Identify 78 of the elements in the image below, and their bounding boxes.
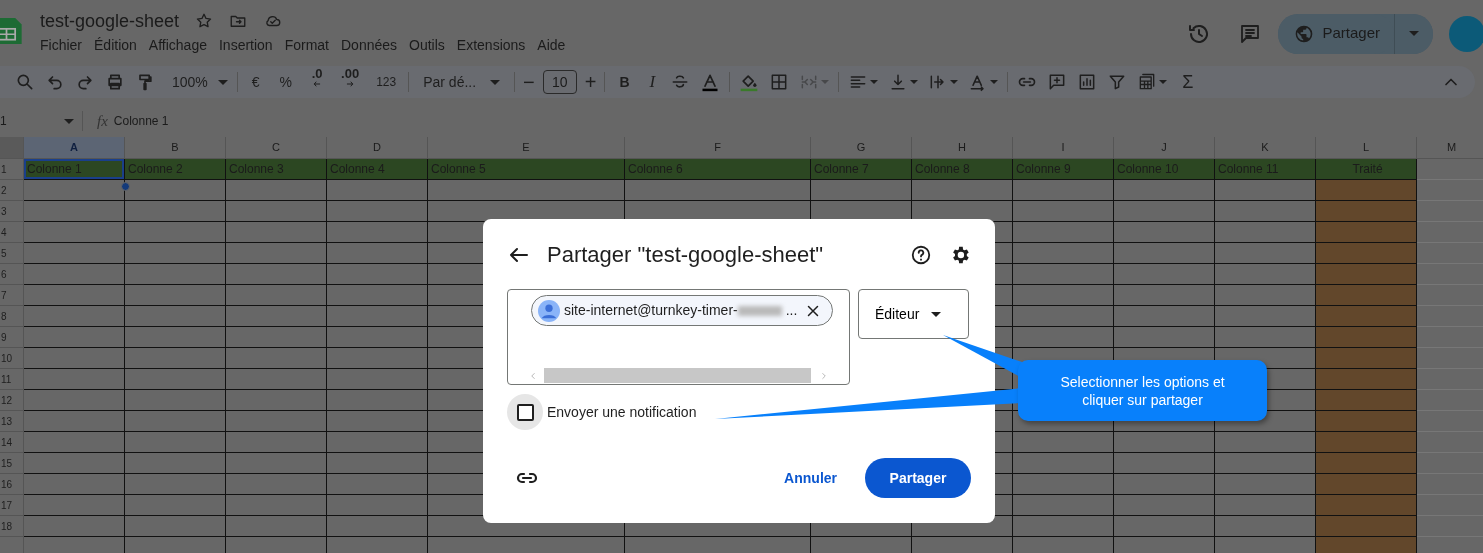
row-number[interactable]: 16 — [0, 474, 24, 495]
search-icon — [15, 72, 35, 92]
cell-reference: 1 — [0, 113, 7, 130]
row-number[interactable]: 13 — [0, 411, 24, 432]
row-number[interactable]: 2 — [0, 180, 24, 201]
selection-handle[interactable] — [121, 182, 130, 191]
zoom-dropdown[interactable]: 100% — [160, 68, 233, 96]
recipient-email: site-internet@turnkey-timer- — [564, 301, 738, 320]
star-icon[interactable] — [195, 12, 214, 30]
caret-icon — [990, 80, 999, 84]
scrollbar-thumb[interactable] — [544, 368, 811, 383]
menu-item[interactable]: Extensions — [450, 35, 532, 55]
decrease-decimals-button[interactable]: .0 — [302, 68, 333, 96]
notification-checkbox[interactable] — [516, 403, 534, 421]
cancel-button[interactable]: Annuler — [772, 459, 849, 497]
caret-icon — [490, 79, 501, 85]
row-number[interactable]: 15 — [0, 453, 24, 474]
row-number[interactable]: 10 — [0, 348, 24, 369]
text-color-icon — [700, 72, 721, 92]
number-format-button[interactable]: 123 — [368, 68, 405, 96]
caret-icon — [64, 118, 74, 124]
menu-item[interactable]: Édition — [88, 35, 143, 55]
truncation-ellipsis: ... — [785, 301, 798, 320]
caret-icon — [870, 80, 879, 84]
decrease-font-size-button[interactable]: − — [519, 68, 539, 96]
row-number[interactable]: 14 — [0, 432, 24, 453]
row-number[interactable]: 6 — [0, 264, 24, 285]
caret-icon — [1409, 31, 1419, 36]
font-size-field[interactable]: 10 — [542, 70, 577, 94]
fill-color-icon — [739, 72, 760, 92]
caret-icon — [931, 311, 942, 317]
caret-icon — [1159, 80, 1168, 84]
share-submit-button[interactable]: Partager — [865, 458, 971, 498]
recipient-chip[interactable]: site-internet@turnkey-timer- ... — [531, 295, 833, 326]
increase-decimals-button[interactable]: .00 — [332, 68, 369, 96]
row-number[interactable]: 5 — [0, 243, 24, 264]
menu-item[interactable]: Aide — [531, 35, 572, 55]
print-icon — [105, 72, 125, 92]
row-number[interactable]: 3 — [0, 201, 24, 222]
recipients-field[interactable]: site-internet@turnkey-timer- ... — [507, 289, 850, 385]
bold-button[interactable]: B — [609, 68, 640, 96]
row-number[interactable]: 17 — [0, 495, 24, 516]
help-icon[interactable] — [910, 244, 932, 266]
caret-icon — [950, 80, 959, 84]
menu-item[interactable]: Outils — [403, 35, 451, 55]
menu-item[interactable]: Fichier — [34, 35, 88, 55]
notification-label: Envoyer une notification — [547, 402, 697, 422]
currency-button[interactable]: € — [241, 68, 270, 96]
globe-icon — [1294, 23, 1315, 44]
increase-font-size-button[interactable]: + — [580, 68, 601, 96]
percent-button[interactable]: % — [269, 68, 303, 96]
caret-icon — [910, 80, 919, 84]
column-header[interactable]: M — [1417, 137, 1483, 159]
callout-note: Selectionner les options et cliquer sur partager — [1018, 360, 1267, 421]
font-dropdown[interactable]: Par dé... — [413, 68, 511, 96]
sum-button[interactable]: Σ — [1172, 68, 1204, 96]
person-avatar-icon — [538, 299, 560, 322]
row-number[interactable]: 11 — [0, 369, 24, 390]
row-number[interactable]: 7 — [0, 285, 24, 306]
menu-item[interactable]: Format — [278, 35, 335, 55]
dialog-title: Partager "test-google-sheet" — [547, 241, 824, 269]
role-dropdown[interactable]: Éditeur — [858, 289, 969, 339]
cell-reference-field[interactable]: 1 — [0, 112, 78, 130]
row-number[interactable]: 12 — [0, 390, 24, 411]
menu-item[interactable]: Insertion — [212, 35, 279, 55]
menu-item[interactable]: Affichage — [142, 35, 213, 55]
menu-item[interactable]: Données — [335, 35, 404, 55]
row-number[interactable]: 18 — [0, 516, 24, 537]
column-header[interactable]: A — [24, 137, 125, 159]
caret-icon — [217, 79, 228, 85]
row-number[interactable]: 8 — [0, 306, 24, 327]
document-title: test-google-sheet — [40, 10, 180, 32]
formula-text: Colonne 1 — [113, 113, 169, 130]
italic-button[interactable]: I — [639, 68, 666, 96]
caret-icon — [821, 80, 830, 84]
row-number[interactable]: 9 — [0, 327, 24, 348]
redacted-text — [737, 305, 782, 316]
row-number[interactable]: 4 — [0, 222, 24, 243]
